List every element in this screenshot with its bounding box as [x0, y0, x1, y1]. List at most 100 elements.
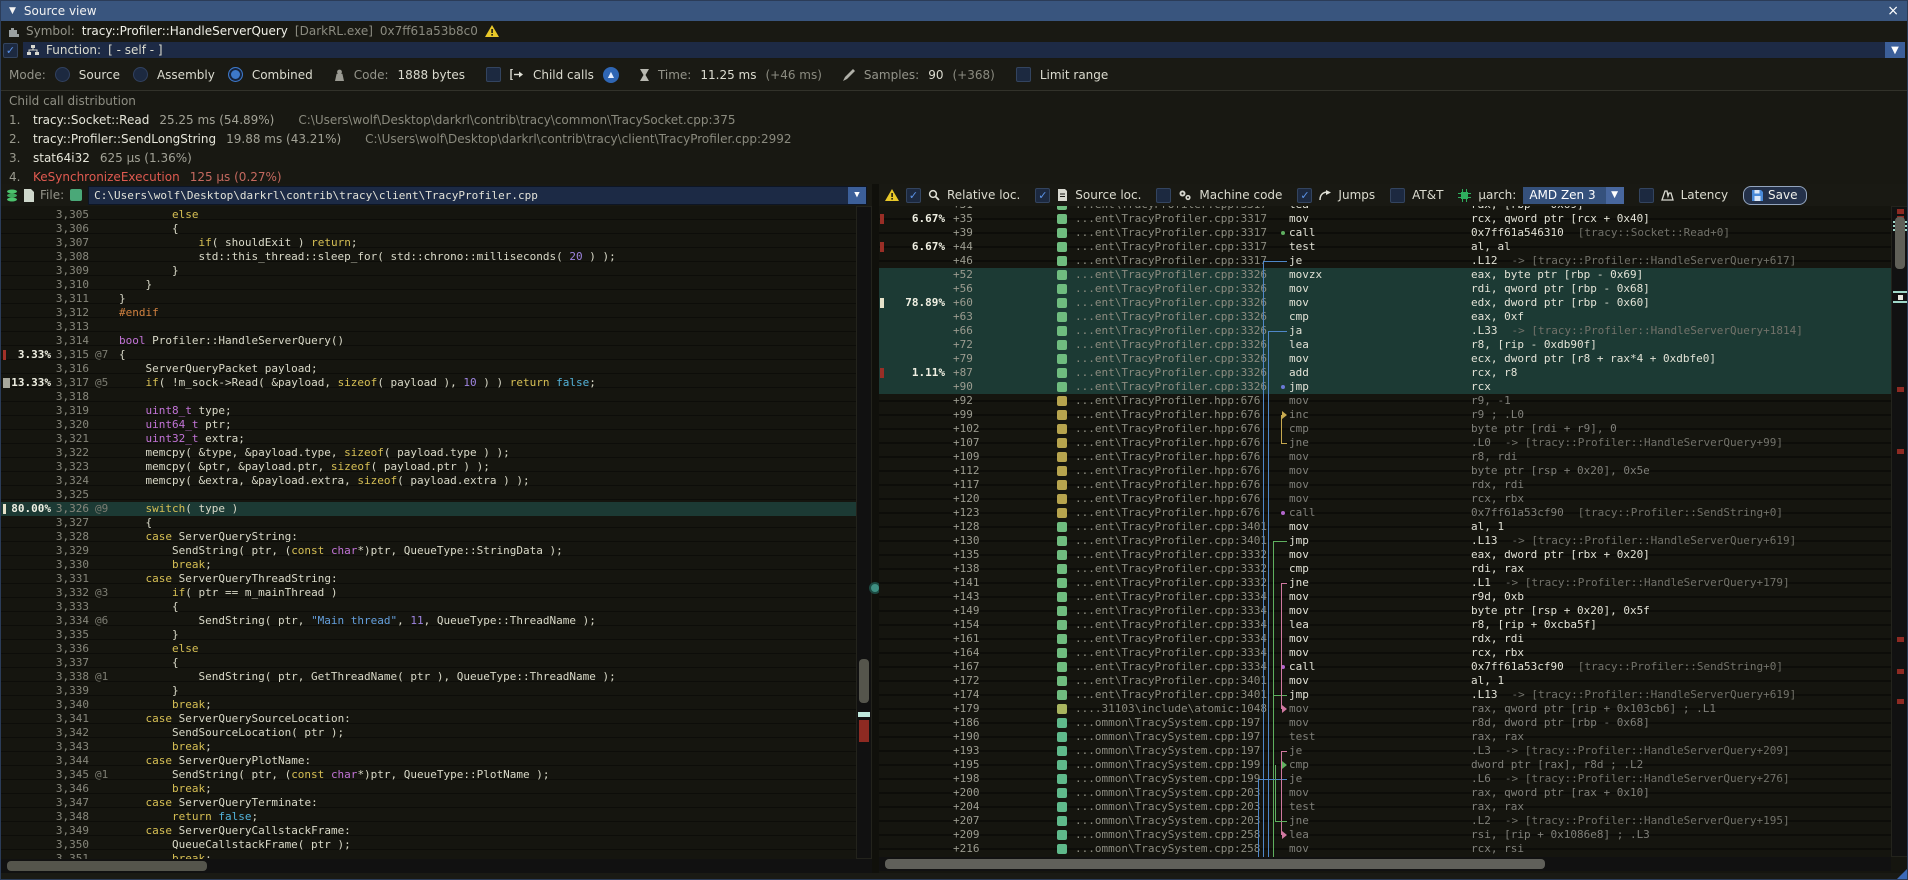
asm-row[interactable]: +167...ent\TracyProfiler.cpp:3334call0x7…: [879, 660, 1891, 674]
source-line-row[interactable]: 3,334@6 SendString( ptr, "Main thread", …: [1, 614, 856, 628]
asm-row[interactable]: +63...ent\TracyProfiler.cpp:3326cmpeax, …: [879, 310, 1891, 324]
source-line-row[interactable]: 3,323 memcpy( &ptr, &payload.ptr, sizeof…: [1, 460, 856, 474]
child-call-name[interactable]: tracy::Profiler::SendLongString: [33, 132, 216, 146]
asm-mnemonic[interactable]: lea: [1289, 618, 1309, 632]
asm-row[interactable]: +216...ommon\TracySystem.cpp:258movrcx, …: [879, 842, 1891, 856]
asm-row[interactable]: +109...ent\TracyProfiler.hpp:676movr8, r…: [879, 450, 1891, 464]
scrollbar-handle[interactable]: [885, 859, 1545, 869]
asm-mnemonic[interactable]: mov: [1289, 464, 1309, 478]
asm-mnemonic[interactable]: mov: [1289, 212, 1309, 226]
source-line-row[interactable]: 3,339 }: [1, 684, 856, 698]
chevron-down-icon[interactable]: ▼: [1885, 42, 1905, 58]
asm-row[interactable]: +207...ommon\TracySystem.cpp:203jne.L2->…: [879, 814, 1891, 828]
asm-row[interactable]: +179....31103\include\atomic:1048movrax,…: [879, 702, 1891, 716]
source-line-row[interactable]: 3,335 }: [1, 628, 856, 642]
latency-label[interactable]: Latency: [1681, 188, 1728, 202]
child-call-name[interactable]: stat64i32: [33, 151, 90, 165]
machine-code-checkbox[interactable]: [1156, 188, 1171, 203]
asm-mnemonic[interactable]: mov: [1289, 632, 1309, 646]
source-line-row[interactable]: 3,349 case ServerQueryCallstackFrame:: [1, 824, 856, 838]
source-line-row[interactable]: 3,340 break;: [1, 698, 856, 712]
line-annotation[interactable]: @5: [95, 376, 108, 390]
asm-source-location[interactable]: ...ent\TracyProfiler.hpp:676: [1075, 492, 1260, 506]
source-line-row[interactable]: 3,338@1 SendString( ptr, GetThreadName( …: [1, 670, 856, 684]
source-line-row[interactable]: 3,345@1 SendString( ptr, (const char*)pt…: [1, 768, 856, 782]
asm-source-location[interactable]: ...ent\TracyProfiler.cpp:3326: [1075, 324, 1267, 338]
title-bar[interactable]: ▼ Source view ×: [1, 1, 1907, 21]
source-line-row[interactable]: 3,320 uint64_t ptr;: [1, 418, 856, 432]
source-line-row[interactable]: 3,310 }: [1, 278, 856, 292]
asm-source-location[interactable]: ...ommon\TracySystem.cpp:258: [1075, 828, 1260, 842]
asm-source-location[interactable]: ...ent\TracyProfiler.hpp:676: [1075, 450, 1260, 464]
asm-source-location[interactable]: ...ent\TracyProfiler.cpp:3317: [1075, 226, 1267, 240]
asm-source-location[interactable]: ...ent\TracyProfiler.cpp:3334: [1075, 590, 1267, 604]
asm-source-location[interactable]: ...ent\TracyProfiler.cpp:3326: [1075, 268, 1267, 282]
jumps-checkbox[interactable]: [1297, 188, 1312, 203]
asm-mnemonic[interactable]: lea: [1289, 828, 1309, 842]
source-line-row[interactable]: 3,318: [1, 390, 856, 404]
asm-mnemonic[interactable]: add: [1289, 366, 1309, 380]
source-line-row[interactable]: 3,327 {: [1, 516, 856, 530]
source-line-row[interactable]: 3,336 else: [1, 642, 856, 656]
asm-source-location[interactable]: ...ommon\TracySystem.cpp:197: [1075, 744, 1260, 758]
asm-mnemonic[interactable]: mov: [1289, 604, 1309, 618]
asm-mnemonic[interactable]: lea: [1289, 338, 1309, 352]
asm-mnemonic[interactable]: cmp: [1289, 562, 1309, 576]
source-line-row[interactable]: 3,311}: [1, 292, 856, 306]
asm-row[interactable]: +149...ent\TracyProfiler.cpp:3334movbyte…: [879, 604, 1891, 618]
asm-mnemonic[interactable]: ja: [1289, 324, 1302, 338]
asm-source-location[interactable]: ...ent\TracyProfiler.cpp:3401: [1075, 674, 1267, 688]
asm-row[interactable]: +79...ent\TracyProfiler.cpp:3326movecx, …: [879, 352, 1891, 366]
relative-loc-label[interactable]: Relative loc.: [947, 188, 1020, 202]
asm-mnemonic[interactable]: je: [1289, 772, 1302, 786]
asm-row[interactable]: +128...ent\TracyProfiler.cpp:3401moval, …: [879, 520, 1891, 534]
source-line-row[interactable]: 3,348 return false;: [1, 810, 856, 824]
asm-source-location[interactable]: ...ent\TracyProfiler.cpp:3401: [1075, 520, 1267, 534]
asm-mnemonic[interactable]: mov: [1289, 548, 1309, 562]
asm-source-location[interactable]: ...ent\TracyProfiler.cpp:3332: [1075, 548, 1267, 562]
asm-mnemonic[interactable]: mov: [1289, 478, 1309, 492]
asm-row[interactable]: +135...ent\TracyProfiler.cpp:3332moveax,…: [879, 548, 1891, 562]
source-line-row[interactable]: 3,332@3 if( ptr == m_mainThread ): [1, 586, 856, 600]
source-line-row[interactable]: 3,312#endif: [1, 306, 856, 320]
scrollbar-handle[interactable]: [7, 861, 207, 871]
source-line-row[interactable]: 3.33%3,315@7{: [1, 348, 856, 362]
jumps-label[interactable]: Jumps: [1338, 188, 1375, 202]
source-line-row[interactable]: 3,313: [1, 320, 856, 334]
asm-source-location[interactable]: ...ent\TracyProfiler.hpp:676: [1075, 506, 1260, 520]
source-line-row[interactable]: 80.00%3,326@9 switch( type ): [1, 502, 856, 516]
asm-row[interactable]: +46...ent\TracyProfiler.cpp:3317je.L12->…: [879, 254, 1891, 268]
line-annotation[interactable]: @9: [95, 502, 108, 516]
radio-combined[interactable]: [228, 67, 243, 82]
child-call-row[interactable]: 4.KeSynchronizeExecution125 µs (0.27%): [9, 170, 282, 184]
asm-row[interactable]: +102...ent\TracyProfiler.hpp:676cmpbyte …: [879, 422, 1891, 436]
child-calls-label[interactable]: Child calls: [533, 68, 594, 82]
line-annotation[interactable]: @1: [95, 670, 108, 684]
asm-row[interactable]: +204...ommon\TracySystem.cpp:203testrax,…: [879, 800, 1891, 814]
scrollbar-handle[interactable]: [859, 659, 869, 703]
asm-source-location[interactable]: ...ent\TracyProfiler.cpp:3332: [1075, 576, 1267, 590]
asm-row[interactable]: +99...ent\TracyProfiler.hpp:676incr9 ; .…: [879, 408, 1891, 422]
file-list-icon[interactable]: [6, 189, 18, 202]
radio-assembly-label[interactable]: Assembly: [157, 68, 215, 82]
radio-source-label[interactable]: Source: [79, 68, 120, 82]
source-line-row[interactable]: 3,324 memcpy( &extra, &payload.extra, si…: [1, 474, 856, 488]
asm-mnemonic[interactable]: je: [1289, 744, 1302, 758]
asm-source-location[interactable]: ...ent\TracyProfiler.cpp:3317: [1075, 254, 1267, 268]
asm-row[interactable]: +52...ent\TracyProfiler.cpp:3326movzxeax…: [879, 268, 1891, 282]
asm-source-location[interactable]: ...ent\TracyProfiler.hpp:676: [1075, 394, 1260, 408]
source-line-row[interactable]: 3,342 SendSourceLocation( ptr );: [1, 726, 856, 740]
radio-source[interactable]: [55, 67, 70, 82]
machine-code-label[interactable]: Machine code: [1199, 188, 1282, 202]
asm-source-location[interactable]: ...ent\TracyProfiler.cpp:3334: [1075, 660, 1267, 674]
asm-source-location[interactable]: ...ent\TracyProfiler.hpp:676: [1075, 478, 1260, 492]
asm-source-location[interactable]: ...ommon\TracySystem.cpp:203: [1075, 786, 1260, 800]
resize-grip[interactable]: [1895, 869, 1907, 880]
assembly-code-area[interactable]: +31...ent\TracyProfiler.cpp:3317learax, …: [879, 206, 1908, 857]
asm-mnemonic[interactable]: jne: [1289, 436, 1309, 450]
asm-source-location[interactable]: ...ent\TracyProfiler.hpp:676: [1075, 422, 1260, 436]
asm-source-location[interactable]: ...ent\TracyProfiler.cpp:3326: [1075, 296, 1267, 310]
asm-source-location[interactable]: ...ent\TracyProfiler.cpp:3334: [1075, 618, 1267, 632]
source-line-row[interactable]: 3,314bool Profiler::HandleServerQuery(): [1, 334, 856, 348]
asm-mnemonic[interactable]: mov: [1289, 842, 1309, 856]
